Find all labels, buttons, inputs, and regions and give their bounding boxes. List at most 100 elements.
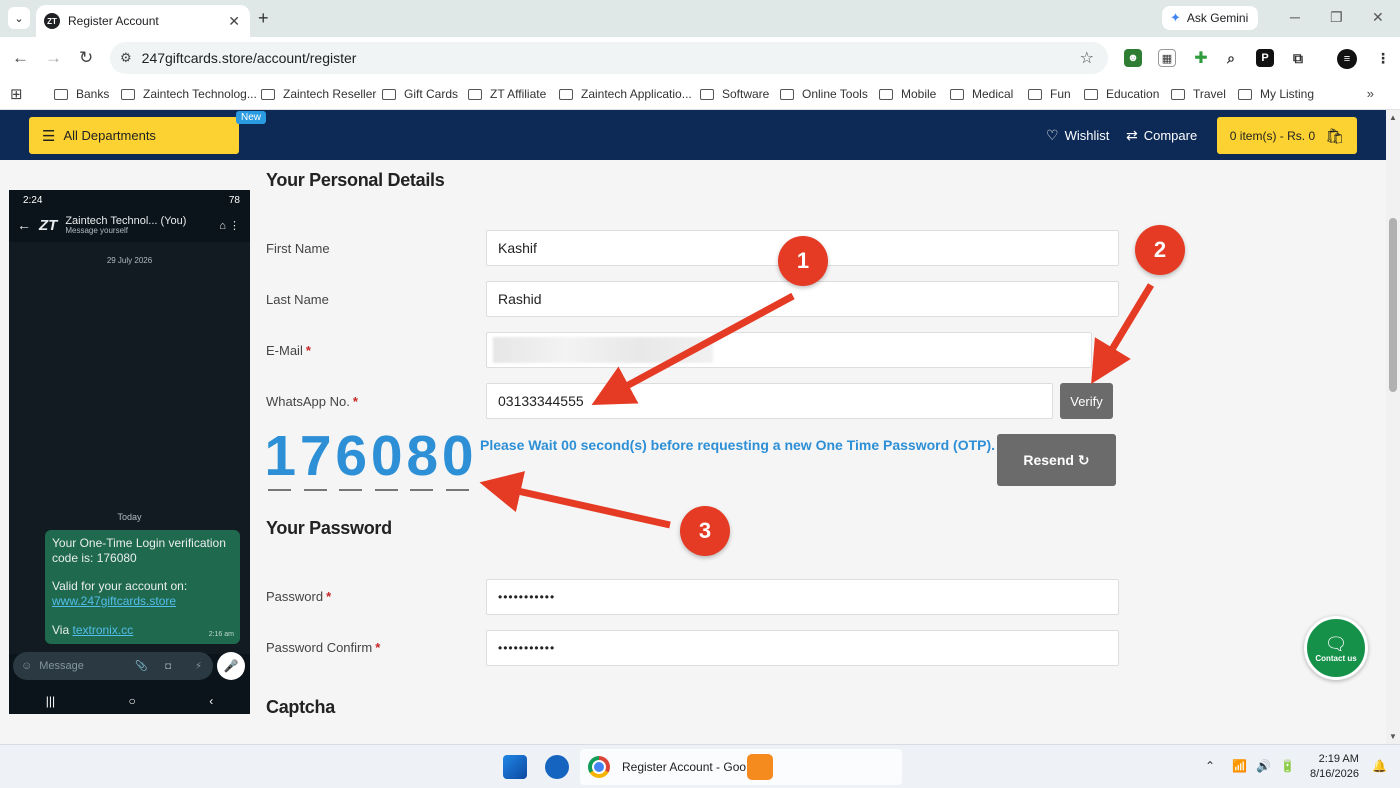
otp-digit[interactable]: 1: [262, 427, 298, 491]
wifi-icon[interactable]: 📶: [1232, 759, 1247, 773]
bookmark-fun[interactable]: Fun: [1028, 87, 1071, 101]
extension-qr-icon[interactable]: ▦: [1158, 49, 1176, 67]
bookmark-gift-cards[interactable]: Gift Cards: [382, 87, 458, 101]
reload-icon[interactable]: ↻: [79, 48, 93, 68]
forward-icon[interactable]: →: [45, 48, 62, 68]
notification-bell-icon[interactable]: 🔔: [1372, 759, 1387, 773]
bookmarks-overflow-icon[interactable]: »: [1367, 86, 1374, 101]
chat-area: 29 July 2026 Today Your One-Time Login v…: [9, 242, 250, 654]
bookmark-education[interactable]: Education: [1084, 87, 1159, 101]
chrome-icon: [588, 756, 610, 778]
back-icon[interactable]: ←: [12, 48, 29, 68]
bookmark-medical[interactable]: Medical: [950, 87, 1013, 101]
password-input[interactable]: •••••••••••: [486, 579, 1119, 615]
otp-message-link: www.247giftcards.store: [52, 593, 177, 608]
email-input[interactable]: [486, 332, 1092, 368]
otp-code-display[interactable]: 1 7 6 0 8 0: [262, 427, 476, 491]
site-header: ☰ All Departments New ♡ Wishlist ⇄ Compa…: [0, 110, 1386, 160]
browser-menu-icon[interactable]: ⋮: [1374, 49, 1392, 67]
tab-close-icon[interactable]: ✕: [228, 13, 240, 30]
resend-button[interactable]: Resend ↻: [997, 434, 1116, 486]
otp-wait-message: Please Wait 00 second(s) before requesti…: [480, 437, 996, 453]
browser-tab[interactable]: ZT Register Account ✕: [36, 5, 250, 37]
otp-digit[interactable]: 8: [404, 427, 440, 491]
folder-icon: [121, 88, 135, 100]
folder-icon: [468, 88, 482, 100]
bookmark-zaintech-reseller[interactable]: Zaintech Reseller: [261, 87, 376, 101]
scroll-thumb[interactable]: [1389, 218, 1397, 392]
minimize-icon[interactable]: ─: [1290, 9, 1300, 25]
email-label: E-Mail *: [266, 343, 311, 358]
contact-logo: ZT: [39, 216, 58, 234]
password-confirm-input[interactable]: •••••••••••: [486, 630, 1119, 666]
whatsapp-input[interactable]: 03133344555: [486, 383, 1053, 419]
personal-details-title: Your Personal Details: [266, 170, 445, 190]
apps-grid-icon[interactable]: ⊞: [10, 85, 23, 103]
verify-button[interactable]: Verify: [1060, 383, 1113, 419]
tab-search-chevron-icon[interactable]: ⌄: [8, 7, 30, 29]
heart-icon: ♡: [1046, 127, 1059, 143]
bookmark-online-tools[interactable]: Online Tools: [780, 87, 868, 101]
taskbar-chrome-window[interactable]: Register Account - Goo: [580, 749, 902, 785]
address-bar[interactable]: ⚙ 247giftcards.store/account/register ☆: [110, 42, 1108, 74]
volume-icon[interactable]: 🔊: [1256, 759, 1271, 773]
annotation-badge-1: 1: [778, 236, 828, 286]
app-globe-icon[interactable]: [545, 755, 569, 779]
annotation-badge-2: 2: [1135, 225, 1185, 275]
extension-plus-icon[interactable]: ✚: [1192, 49, 1210, 67]
bookmark-zaintech-technolog[interactable]: Zaintech Technolog...: [121, 87, 257, 101]
bookmark-software[interactable]: Software: [700, 87, 769, 101]
message-input: ☺ Message 📎 ◘ ⚡: [13, 652, 213, 680]
chat-bubbles-icon: 🗨: [1324, 633, 1348, 654]
tray-chevron-icon[interactable]: ⌃: [1205, 759, 1215, 773]
contact-us-button[interactable]: 🗨 Contact us: [1304, 616, 1368, 680]
taskbar-clock[interactable]: 2:19 AM 8/16/2026: [1310, 752, 1359, 782]
extensions-puzzle-icon[interactable]: ⧉: [1289, 49, 1307, 67]
bookmark-travel[interactable]: Travel: [1171, 87, 1226, 101]
all-departments-button[interactable]: ☰ All Departments New: [29, 111, 267, 154]
site-info-icon[interactable]: ⚙: [120, 50, 132, 66]
profile-avatar[interactable]: ≡: [1337, 49, 1357, 69]
window-close-icon[interactable]: ✕: [1372, 9, 1384, 26]
folder-icon: [950, 88, 964, 100]
windows-taskbar: Register Account - Goo ⌃ 📶 🔊 🔋 2:19 AM 8…: [0, 744, 1400, 788]
folder-icon: [54, 88, 68, 100]
battery-icon[interactable]: 🔋: [1280, 759, 1295, 773]
otp-digit[interactable]: 0: [369, 427, 405, 491]
bookmark-banks[interactable]: Banks: [54, 87, 109, 101]
bookmark-my-listing[interactable]: My Listing: [1238, 87, 1314, 101]
otp-digit[interactable]: 7: [298, 427, 334, 491]
folder-icon: [700, 88, 714, 100]
restore-icon[interactable]: ❐: [1330, 9, 1343, 26]
all-departments-label: All Departments: [63, 128, 156, 143]
refresh-icon: ↻: [1077, 451, 1090, 468]
otp-digit[interactable]: 6: [333, 427, 369, 491]
otp-message-via-line: Via textronix.cc: [52, 622, 134, 637]
ask-gemini-button[interactable]: ✦ Ask Gemini: [1162, 6, 1258, 30]
bookmark-star-icon[interactable]: ☆: [1080, 48, 1094, 68]
last-name-input[interactable]: Rashid: [486, 281, 1119, 317]
browser-tab-bar: ⌄ ZT Register Account ✕ + ✦ Ask Gemini ─…: [0, 0, 1400, 37]
phone-time: 2:24: [23, 194, 43, 206]
clock-date: 8/16/2026: [1310, 768, 1359, 780]
folder-icon: [559, 88, 573, 100]
wishlist-link[interactable]: ♡ Wishlist: [1046, 127, 1109, 144]
bookmark-zaintech-applicatio[interactable]: Zaintech Applicatio...: [559, 87, 692, 101]
cart-button[interactable]: 0 item(s) - Rs. 0 🛍: [1217, 117, 1357, 154]
annotation-badge-3: 3: [680, 506, 730, 556]
scroll-up-icon[interactable]: ▲: [1389, 113, 1397, 122]
otp-digit[interactable]: 0: [440, 427, 476, 491]
new-tab-icon[interactable]: +: [258, 8, 269, 29]
start-windows-icon[interactable]: [503, 755, 527, 779]
bookmark-zt-affiliate[interactable]: ZT Affiliate: [468, 87, 546, 101]
cart-label: 0 item(s) - Rs. 0: [1229, 128, 1316, 143]
page-scrollbar[interactable]: ▲ ▼: [1386, 110, 1400, 744]
chat-date-label: 29 July 2026: [106, 256, 153, 265]
scroll-down-icon[interactable]: ▼: [1389, 732, 1397, 741]
app-snip-icon[interactable]: [747, 754, 773, 780]
extension-p-icon[interactable]: P: [1256, 49, 1274, 67]
bookmark-mobile[interactable]: Mobile: [879, 87, 936, 101]
extension-search-icon[interactable]: ⌕: [1222, 49, 1240, 67]
extension-robot-icon[interactable]: ☻: [1124, 49, 1142, 67]
compare-link[interactable]: ⇄ Compare: [1126, 127, 1197, 144]
